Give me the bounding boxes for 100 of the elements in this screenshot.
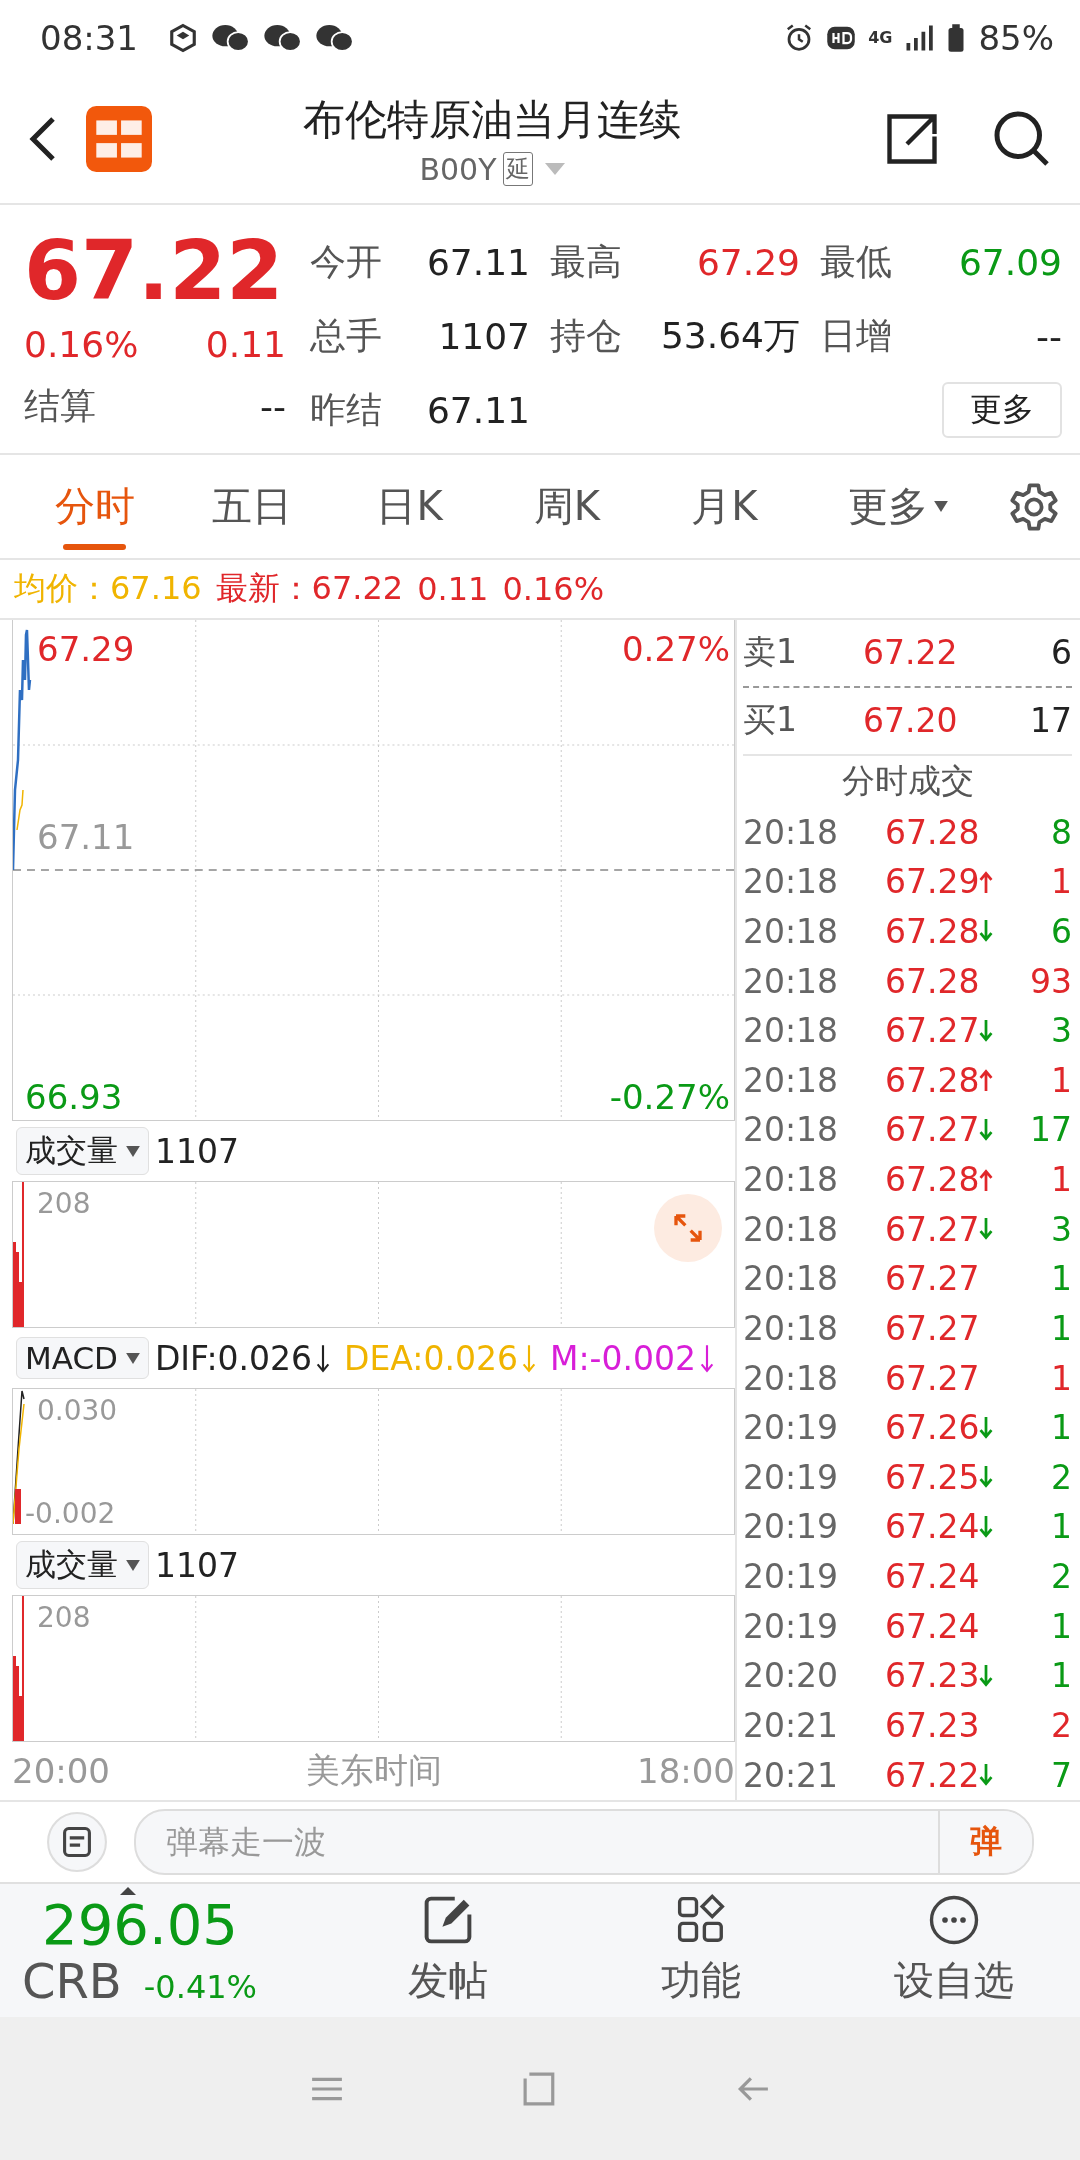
stat-label: 今开 <box>310 239 383 284</box>
trade-price: 67.28 <box>885 911 979 951</box>
trade-volume: 3 <box>1050 1209 1072 1249</box>
order-volume: 6 <box>1051 633 1072 673</box>
indicator-dropdown[interactable]: 成交量 <box>16 1541 149 1589</box>
trade-volume: 93 <box>1029 961 1072 1001</box>
trade-volume: 1 <box>1050 1060 1072 1100</box>
settings-icon[interactable] <box>1008 480 1060 533</box>
trade-time: 20:19 <box>743 1457 840 1497</box>
trades-title: 分时成交 <box>840 759 975 802</box>
indicator-dropdown[interactable]: MACD <box>16 1337 149 1379</box>
axis-label: -0.27% <box>609 1080 730 1114</box>
trade-time: 20:18 <box>743 1209 840 1249</box>
axis-label: 0.27% <box>622 632 730 666</box>
trade-volume: 1 <box>1050 1606 1072 1646</box>
more-tab[interactable]: 更多 <box>803 463 992 550</box>
order-level: 卖1 <box>743 631 798 674</box>
latest-change-percent: 0.16% <box>502 570 605 608</box>
trade-price: 67.23 <box>885 1705 979 1745</box>
trade-price: 67.28 <box>885 812 979 852</box>
trade-time: 20:21 <box>743 1755 840 1795</box>
volume-value: 1107 <box>155 1545 239 1585</box>
trade-volume: 1 <box>1050 1358 1072 1398</box>
stat-label: 最低 <box>820 239 893 284</box>
stat-value: 67.11 <box>425 241 531 283</box>
trade-volume: 1 <box>1050 1656 1072 1696</box>
stat-value: 1107 <box>437 315 531 357</box>
axis-label: 66.93 <box>25 1080 123 1114</box>
stat-label: 结算 <box>24 383 96 428</box>
bottom-action[interactable]: 功能 <box>574 1892 828 2009</box>
chart-tab[interactable]: 周K <box>488 463 646 550</box>
trade-time: 20:18 <box>743 1160 840 1200</box>
expand-icon <box>672 1212 704 1244</box>
caret-icon <box>933 501 948 512</box>
trade-time: 20:18 <box>743 1358 840 1398</box>
trade-time: 20:20 <box>743 1656 840 1696</box>
instrument-code: B00Y <box>419 151 497 187</box>
change-amount: 0.11 <box>205 324 286 365</box>
stat-value: 53.64万 <box>659 313 801 358</box>
average-price: 均价：67.16 <box>14 568 202 609</box>
chart-tab[interactable]: 月K <box>645 463 804 550</box>
dif-value: DIF:0.026 <box>154 1338 313 1378</box>
trade-time: 20:18 <box>743 961 840 1001</box>
app-logo-icon[interactable] <box>86 106 152 172</box>
trade-price: 67.26 <box>885 1408 979 1448</box>
trade-price: 67.27 <box>885 1110 979 1150</box>
order-price: 67.20 <box>863 701 959 741</box>
bottom-action[interactable]: 发帖 <box>322 1892 575 2009</box>
expand-up-icon[interactable] <box>120 1886 136 1895</box>
axis-label: 0.030 <box>37 1397 118 1425</box>
instrument-title: 布伦特原油当月连续 <box>303 93 681 146</box>
trade-time: 20:18 <box>743 1110 840 1150</box>
battery-icon <box>946 22 967 53</box>
trade-volume: 2 <box>1050 1705 1072 1745</box>
trade-price: 67.28 <box>885 1160 979 1200</box>
index-value: 296.05 <box>41 1894 239 1955</box>
time-label: 18:00 <box>637 1751 735 1791</box>
trade-price: 67.29 <box>885 862 979 902</box>
trade-price: 67.27 <box>885 1308 979 1348</box>
trade-time: 20:18 <box>743 1060 840 1100</box>
delay-tag: 延 <box>502 152 533 186</box>
trade-price: 67.27 <box>885 1209 979 1249</box>
trade-price: 67.28 <box>885 1060 979 1100</box>
trade-time: 20:18 <box>743 812 840 852</box>
trade-price: 67.27 <box>885 1259 979 1299</box>
trade-volume: 1 <box>1050 1160 1072 1200</box>
chart-tab[interactable]: 分时 <box>16 463 174 550</box>
app-notification-icon <box>168 22 198 53</box>
trade-volume: 17 <box>1029 1110 1072 1150</box>
bottom-action[interactable]: 设自选 <box>827 1892 1080 2009</box>
trade-volume: 1 <box>1050 1259 1072 1299</box>
chart-tab[interactable]: 五日 <box>173 463 331 550</box>
trade-time: 20:18 <box>743 862 840 902</box>
trade-price: 67.24 <box>885 1507 979 1547</box>
indicator-dropdown[interactable]: 成交量 <box>16 1127 149 1175</box>
order-price: 67.22 <box>863 633 959 673</box>
volume-value: 1107 <box>155 1131 239 1171</box>
trade-volume: 2 <box>1050 1557 1072 1597</box>
average-line <box>16 789 24 831</box>
trade-price: 67.22 <box>885 1755 979 1795</box>
index-name: CRB <box>22 1954 122 2007</box>
trade-time: 20:19 <box>743 1507 840 1547</box>
latest-change: 0.11 <box>417 570 489 608</box>
chart-tab[interactable]: 日K <box>330 463 489 550</box>
comment-list-icon[interactable] <box>46 1811 108 1873</box>
trade-price: 67.23 <box>885 1656 979 1696</box>
arrow-down-icon <box>699 1343 714 1373</box>
trade-price: 67.24 <box>885 1557 979 1597</box>
arrow-down-icon <box>316 1343 331 1373</box>
order-volume: 17 <box>1030 701 1072 741</box>
arrow-down-icon <box>521 1343 536 1373</box>
axis-label: 67.29 <box>37 632 135 666</box>
trade-volume: 1 <box>1050 1408 1072 1448</box>
last-price: 67.22 <box>24 225 285 317</box>
chat-notification-icon <box>314 22 354 53</box>
dea-value: DEA:0.026 <box>344 1338 518 1378</box>
trade-time: 20:18 <box>743 1011 840 1051</box>
more-button[interactable]: 更多 <box>942 382 1062 438</box>
trade-volume: 8 <box>1050 812 1072 852</box>
trade-time: 20:19 <box>743 1606 840 1646</box>
